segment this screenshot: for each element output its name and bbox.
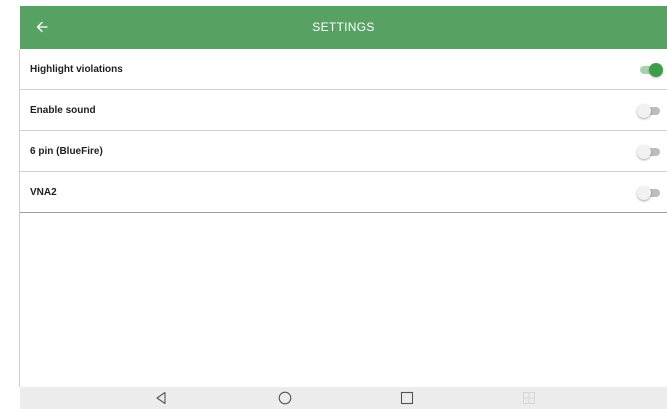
back-triangle-icon [156,391,166,405]
page-title: SETTINGS [312,20,375,34]
setting-row-enable-sound[interactable]: Enable sound [20,90,667,131]
nav-home-button[interactable] [276,390,294,406]
switch-thumb [637,186,651,200]
setting-label: 6 pin (BlueFire) [30,146,103,157]
setting-row-vna2[interactable]: VNA2 [20,172,667,213]
setting-label: VNA2 [30,187,57,198]
split-screen-icon [523,392,535,404]
setting-label: Highlight violations [30,64,123,75]
nav-back-button[interactable] [152,390,170,406]
settings-list: Highlight violations Enable sound 6 pin … [20,49,667,213]
home-circle-icon [278,391,292,405]
setting-label: Enable sound [30,105,96,116]
switch-thumb [637,104,651,118]
switch-thumb [649,63,663,77]
system-navigation-bar [20,387,667,409]
nav-split-screen-button[interactable] [520,390,538,406]
vna2-toggle[interactable] [637,186,663,200]
app-bar: SETTINGS [20,6,667,49]
highlight-violations-toggle[interactable] [637,63,663,77]
setting-row-highlight-violations[interactable]: Highlight violations [20,49,667,90]
enable-sound-toggle[interactable] [637,104,663,118]
switch-thumb [637,145,651,159]
recents-square-icon [400,391,414,405]
6-pin-bluefire-toggle[interactable] [637,145,663,159]
setting-row-6-pin-bluefire[interactable]: 6 pin (BlueFire) [20,131,667,172]
nav-recents-button[interactable] [398,390,416,406]
left-margin [0,0,19,409]
settings-screen: SETTINGS Highlight violations Enable sou… [20,6,667,387]
